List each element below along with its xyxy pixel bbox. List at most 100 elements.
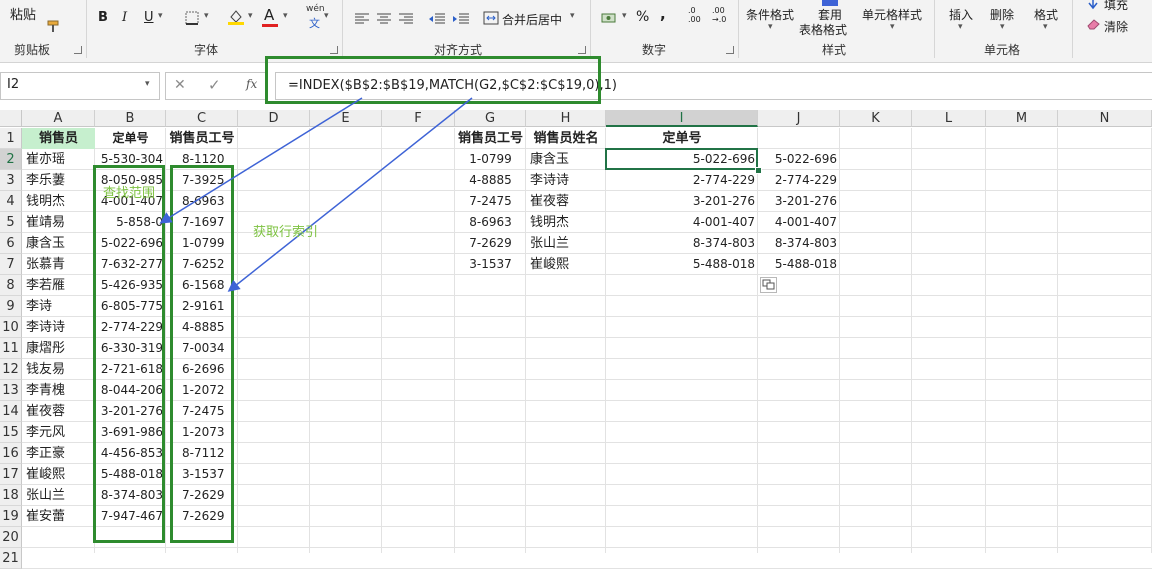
chevron-down-icon[interactable]: ▾ bbox=[1000, 22, 1005, 32]
table-cell[interactable]: 康含玉 bbox=[22, 233, 95, 254]
insert-function-icon[interactable]: fx bbox=[246, 77, 257, 91]
table-cell[interactable]: 李元风 bbox=[22, 422, 95, 443]
table-cell[interactable]: 李诗诗 bbox=[526, 170, 606, 191]
chevron-down-icon[interactable]: ▾ bbox=[145, 79, 150, 89]
merge-center-button[interactable]: 合并后居中 bbox=[502, 11, 562, 28]
table-cell[interactable]: 李青槐 bbox=[22, 380, 95, 401]
eraser-icon[interactable] bbox=[1086, 18, 1100, 30]
column-header-g[interactable]: G bbox=[455, 110, 526, 127]
align-center-icon[interactable] bbox=[376, 12, 392, 26]
chevron-down-icon[interactable]: ▾ bbox=[768, 22, 773, 32]
table-cell[interactable]: 2-774-229 bbox=[606, 170, 758, 191]
table-cell[interactable]: 3-201-276 bbox=[758, 191, 840, 212]
row-header-21[interactable]: 21 bbox=[0, 548, 22, 569]
header-cell-employee-id[interactable]: 销售员工号 bbox=[166, 128, 238, 149]
table-cell[interactable]: 张山兰 bbox=[22, 485, 95, 506]
row-header-11[interactable]: 11 bbox=[0, 338, 22, 359]
table-cell[interactable]: 5-022-696 bbox=[758, 149, 840, 170]
row-header-6[interactable]: 6 bbox=[0, 233, 22, 254]
row-header-2[interactable]: 2 bbox=[0, 149, 22, 170]
increase-decimal-button[interactable]: .0 .00 bbox=[688, 6, 701, 24]
table-cell[interactable]: 3-201-276 bbox=[606, 191, 758, 212]
format-button[interactable]: 格式 bbox=[1034, 6, 1058, 23]
chevron-down-icon[interactable]: ▾ bbox=[890, 22, 895, 32]
row-header-16[interactable]: 16 bbox=[0, 443, 22, 464]
row-header-7[interactable]: 7 bbox=[0, 254, 22, 275]
align-right-icon[interactable] bbox=[398, 12, 414, 26]
select-all-corner[interactable] bbox=[0, 110, 22, 127]
table-cell[interactable]: 1-0799 bbox=[455, 149, 526, 170]
name-box[interactable]: I2 ▾ bbox=[0, 72, 160, 100]
table-cell[interactable]: 崔夜蓉 bbox=[526, 191, 606, 212]
row-header-18[interactable]: 18 bbox=[0, 485, 22, 506]
paste-button[interactable]: 粘贴 bbox=[10, 4, 36, 23]
comma-button[interactable]: , bbox=[660, 5, 666, 23]
chevron-down-icon[interactable]: ▾ bbox=[622, 11, 627, 21]
header-cell-lookup-name[interactable]: 销售员姓名 bbox=[526, 128, 606, 149]
chevron-down-icon[interactable]: ▾ bbox=[158, 11, 163, 21]
cell-style-button[interactable]: 单元格样式 bbox=[862, 6, 922, 23]
table-cell[interactable]: 崔峻熙 bbox=[22, 464, 95, 485]
decrease-decimal-button[interactable]: .00 →.0 bbox=[712, 6, 726, 24]
table-cell[interactable]: 4-001-407 bbox=[606, 212, 758, 233]
conditional-format-button[interactable]: 条件格式 bbox=[746, 6, 794, 23]
table-cell[interactable]: 康含玉 bbox=[526, 149, 606, 170]
row-header-12[interactable]: 12 bbox=[0, 359, 22, 380]
row-header-17[interactable]: 17 bbox=[0, 464, 22, 485]
table-cell[interactable]: 2-774-229 bbox=[758, 170, 840, 191]
row-header-15[interactable]: 15 bbox=[0, 422, 22, 443]
confirm-icon[interactable]: ✓ bbox=[208, 76, 221, 94]
table-cell[interactable]: 崔亦瑶 bbox=[22, 149, 95, 170]
column-header-n[interactable]: N bbox=[1058, 110, 1152, 127]
decrease-indent-icon[interactable] bbox=[428, 12, 446, 26]
row-header-8[interactable]: 8 bbox=[0, 275, 22, 296]
column-header-c[interactable]: C bbox=[166, 110, 238, 127]
table-cell[interactable]: 5-488-018 bbox=[758, 254, 840, 275]
fill-color-icon[interactable] bbox=[226, 8, 246, 26]
column-header-b[interactable]: B bbox=[95, 110, 166, 127]
header-cell-lookup-id[interactable]: 销售员工号 bbox=[455, 128, 526, 149]
table-cell[interactable]: 8-374-803 bbox=[606, 233, 758, 254]
header-cell-lookup-order[interactable]: 定单号 bbox=[606, 128, 758, 149]
table-cell[interactable]: 4-8885 bbox=[455, 170, 526, 191]
table-cell[interactable]: 钱明杰 bbox=[22, 191, 95, 212]
row-header-1[interactable]: 1 bbox=[0, 128, 22, 149]
chevron-down-icon[interactable]: ▾ bbox=[248, 11, 253, 21]
table-cell[interactable]: 康熠彤 bbox=[22, 338, 95, 359]
align-left-icon[interactable] bbox=[354, 12, 370, 26]
chevron-down-icon[interactable]: ▾ bbox=[283, 11, 288, 21]
column-header-i[interactable]: I bbox=[606, 110, 758, 127]
table-cell[interactable]: 7-2475 bbox=[455, 191, 526, 212]
table-cell[interactable]: 崔安蕾 bbox=[22, 506, 95, 527]
clipboard-launcher-icon[interactable] bbox=[74, 46, 82, 54]
row-header-14[interactable]: 14 bbox=[0, 401, 22, 422]
alignment-launcher-icon[interactable] bbox=[578, 46, 586, 54]
delete-button[interactable]: 删除 bbox=[990, 6, 1014, 23]
chevron-down-icon[interactable]: ▾ bbox=[958, 22, 963, 32]
merge-center-icon[interactable] bbox=[482, 10, 500, 26]
table-cell[interactable]: 崔夜蓉 bbox=[22, 401, 95, 422]
column-header-f[interactable]: F bbox=[382, 110, 455, 127]
table-cell[interactable]: 8-374-803 bbox=[758, 233, 840, 254]
column-header-e[interactable]: E bbox=[310, 110, 382, 127]
row-header-19[interactable]: 19 bbox=[0, 506, 22, 527]
row-header-10[interactable]: 10 bbox=[0, 317, 22, 338]
bold-button[interactable]: B bbox=[98, 10, 108, 25]
font-launcher-icon[interactable] bbox=[330, 46, 338, 54]
increase-indent-icon[interactable] bbox=[452, 12, 470, 26]
row-header-20[interactable]: 20 bbox=[0, 527, 22, 548]
chevron-down-icon[interactable]: ▾ bbox=[324, 11, 329, 21]
column-header-d[interactable]: D bbox=[238, 110, 310, 127]
underline-button[interactable]: U bbox=[144, 10, 154, 25]
header-cell-salesperson[interactable]: 销售员 bbox=[22, 128, 95, 149]
column-header-m[interactable]: M bbox=[986, 110, 1058, 127]
paste-options-icon[interactable] bbox=[760, 277, 777, 293]
table-cell[interactable]: 李若雁 bbox=[22, 275, 95, 296]
cancel-icon[interactable]: ✕ bbox=[174, 77, 186, 93]
table-cell[interactable]: 钱明杰 bbox=[526, 212, 606, 233]
format-painter-icon[interactable] bbox=[44, 18, 64, 34]
column-header-l[interactable]: L bbox=[912, 110, 986, 127]
table-cell[interactable]: 张慕青 bbox=[22, 254, 95, 275]
font-color-button[interactable]: A bbox=[264, 6, 274, 24]
column-header-h[interactable]: H bbox=[526, 110, 606, 127]
